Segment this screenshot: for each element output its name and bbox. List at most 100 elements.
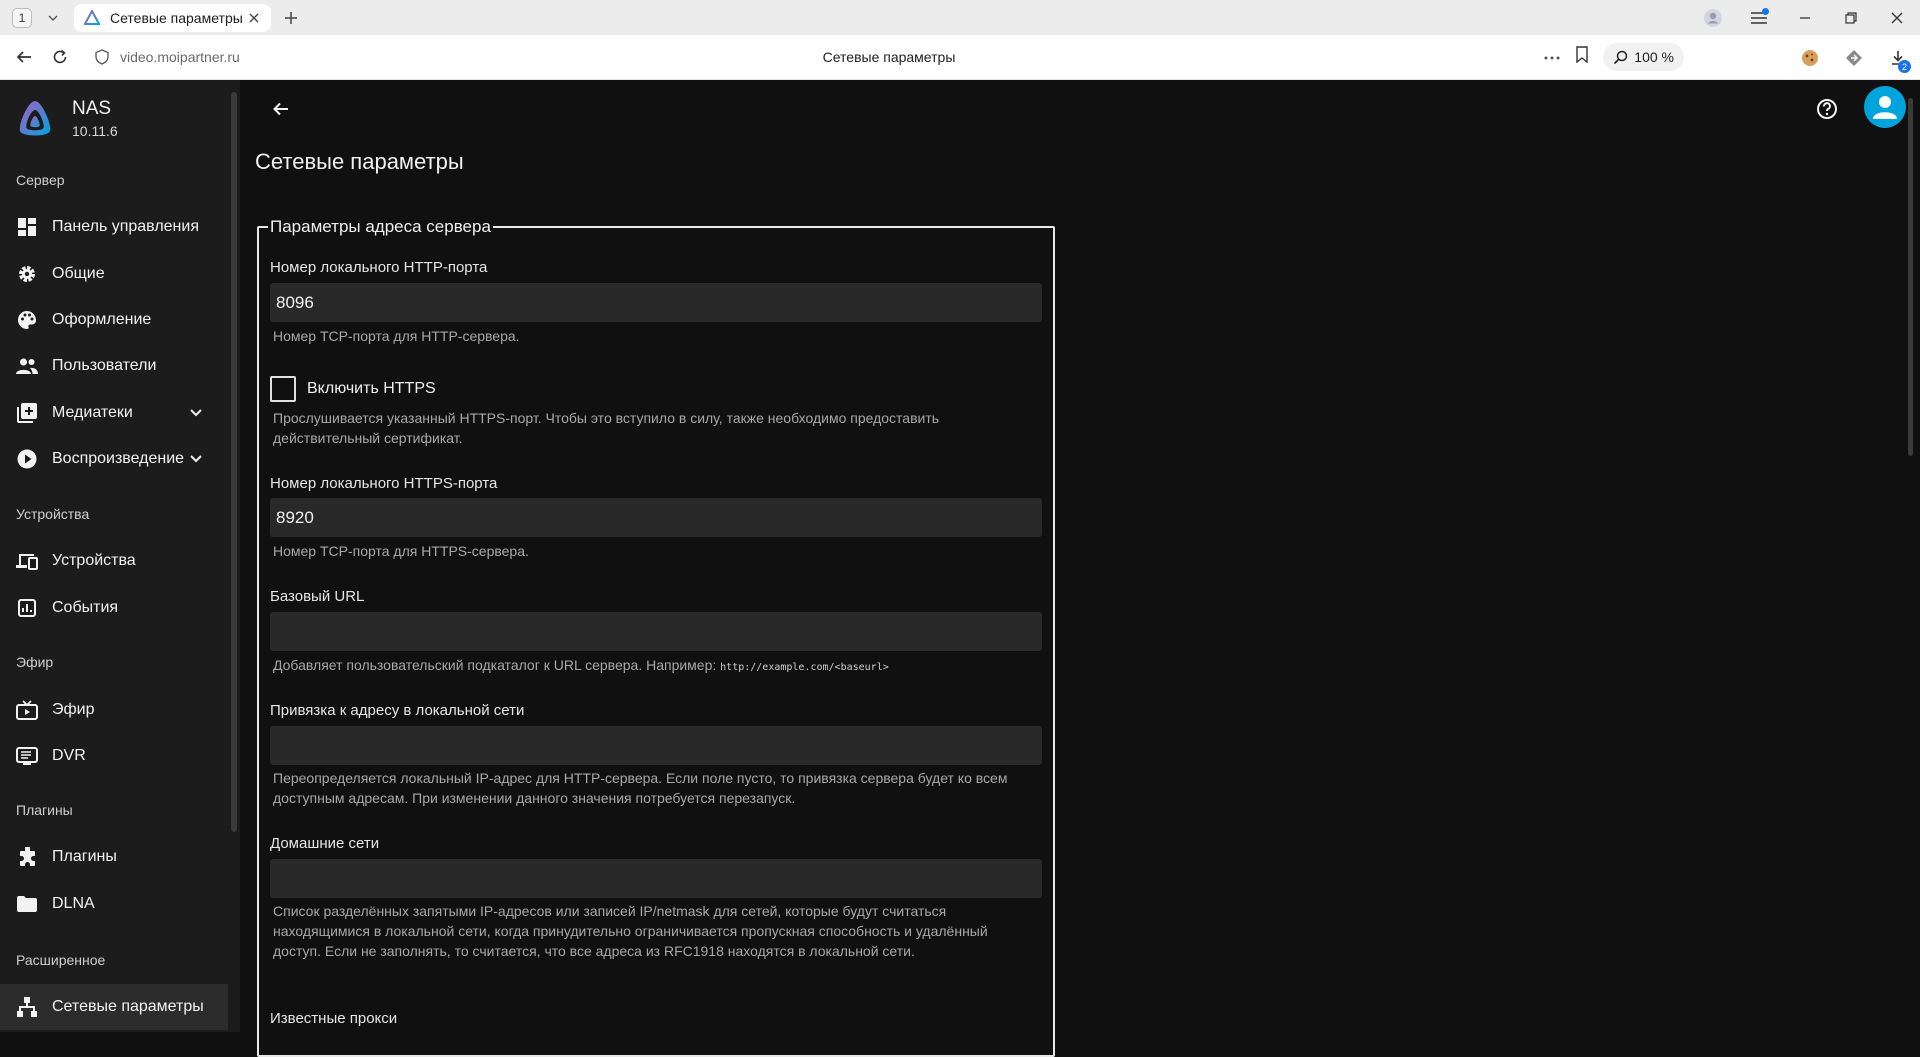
main-content: Сетевые параметры Параметры адреса серве…: [240, 80, 1920, 1057]
home-networks-input[interactable]: [270, 859, 1042, 898]
local-bind-help: Переопределяется локальный IP-адрес для …: [273, 770, 1008, 806]
known-proxies-label: Известные прокси: [270, 1010, 398, 1027]
browser-tab-bar: 1 Сетевые параметры: [0, 0, 1920, 35]
http-port-help: Номер TCP-порта для HTTP-сервера.: [273, 328, 520, 344]
live-tv-icon: [16, 699, 38, 721]
site-info-icon[interactable]: [94, 49, 110, 65]
downloads-badge: 2: [1898, 60, 1911, 73]
play-circle-icon: [16, 448, 38, 470]
zoom-icon: [1614, 50, 1628, 64]
section-server: Сервер: [16, 172, 65, 188]
https-port-label: Номер локального HTTPS-порта: [270, 475, 498, 492]
reload-icon[interactable]: [44, 41, 76, 73]
minimize-icon[interactable]: [1782, 0, 1828, 35]
section-plugins: Плагины: [16, 802, 73, 818]
local-bind-label: Привязка к адресу в локальной сети: [270, 702, 525, 719]
sidebar-item-general[interactable]: Общие: [0, 251, 228, 297]
sidebar-item-dvr[interactable]: DVR: [0, 733, 228, 779]
jellyfin-app: NAS 10.11.6 Сервер Панель управления Общ…: [0, 80, 1920, 1057]
page-title: Сетевые параметры: [255, 149, 464, 174]
downloads-icon[interactable]: 2: [1876, 35, 1920, 80]
more-dots-icon[interactable]: [1543, 48, 1561, 66]
sidebar-item-libraries[interactable]: Медиатеки: [0, 390, 228, 436]
palette-icon: [16, 309, 38, 331]
sidebar-item-branding[interactable]: Оформление: [0, 297, 228, 343]
server-name: NAS: [72, 98, 112, 119]
tab-count-button[interactable]: 1: [12, 7, 32, 28]
sidebar-item-livetv[interactable]: Эфир: [0, 687, 228, 733]
sidebar-item-networking[interactable]: Сетевые параметры: [0, 984, 228, 1030]
zoom-button[interactable]: 100 %: [1603, 43, 1684, 71]
sidebar-item-activity[interactable]: События: [0, 585, 228, 631]
bookmark-icon[interactable]: [1575, 46, 1589, 68]
back-arrow-icon[interactable]: [264, 92, 298, 126]
cookie-icon[interactable]: [1788, 35, 1832, 80]
dashboard-icon: [16, 216, 38, 238]
extension-icon[interactable]: [1832, 35, 1876, 80]
back-arrow-icon[interactable]: [8, 41, 40, 73]
people-icon: [16, 355, 38, 377]
network-icon: [16, 996, 38, 1018]
chevron-down-icon[interactable]: [186, 449, 206, 469]
section-devices: Устройства: [16, 506, 90, 522]
puzzle-icon: [16, 846, 38, 868]
restore-icon[interactable]: [1828, 0, 1874, 35]
sidebar: NAS 10.11.6 Сервер Панель управления Общ…: [0, 80, 240, 1032]
close-icon[interactable]: [247, 11, 261, 25]
section-advanced: Расширенное: [16, 952, 106, 968]
url-text: video.moipartner.ru: [120, 49, 240, 65]
main-scrollbar[interactable]: [1908, 98, 1913, 456]
tab-title: Сетевые параметры: [110, 9, 243, 26]
gear-icon: [16, 263, 38, 285]
help-icon[interactable]: [1810, 92, 1844, 126]
notification-dot: [1762, 8, 1769, 15]
user-avatar[interactable]: [1864, 86, 1906, 128]
enable-https-label: Включить HTTPS: [307, 380, 436, 397]
home-networks-label: Домашние сети: [270, 835, 380, 852]
devices-icon: [16, 550, 38, 572]
jellyfin-logo-icon: [19, 100, 51, 135]
folder-icon: [16, 893, 38, 915]
base-url-help-text: Добавляет пользовательский подкаталог к …: [273, 657, 721, 673]
http-port-input[interactable]: [270, 283, 1042, 322]
zoom-level: 100 %: [1634, 49, 1674, 65]
dvr-icon: [16, 745, 38, 767]
window-close-icon[interactable]: [1874, 0, 1920, 35]
base-url-label: Базовый URL: [270, 588, 365, 605]
sidebar-item-dlna[interactable]: DLNA: [0, 881, 228, 927]
enable-https-help: Прослушивается указанный HTTPS-порт. Что…: [273, 410, 940, 446]
chevron-down-icon[interactable]: [186, 403, 206, 423]
page-title-in-addressbar: Сетевые параметры: [822, 49, 956, 65]
browser-address-bar: video.moipartner.ru Сетевые параметры 10…: [0, 35, 1920, 80]
sidebar-item-plugins[interactable]: Плагины: [0, 834, 228, 880]
fieldset-legend: Параметры адреса сервера: [270, 217, 491, 236]
sidebar-scrollbar[interactable]: [231, 92, 237, 832]
sidebar-item-devices[interactable]: Устройства: [0, 538, 228, 584]
server-version: 10.11.6: [72, 123, 118, 139]
https-port-help: Номер TCP-порта для HTTPS-сервера.: [273, 543, 529, 559]
http-port-label: Номер локального HTTP-порта: [270, 259, 488, 276]
library-add-icon: [16, 402, 38, 424]
base-url-example: http://example.com/<baseurl>: [720, 662, 889, 673]
sidebar-item-playback[interactable]: Воспроизведение: [0, 436, 228, 482]
url-field[interactable]: video.moipartner.ru Сетевые параметры 10…: [94, 41, 1684, 73]
new-tab-plus-icon[interactable]: [281, 8, 301, 28]
chevron-down-icon[interactable]: [44, 9, 62, 27]
enable-https-row[interactable]: Включить HTTPS: [270, 376, 436, 402]
sidebar-item-users[interactable]: Пользователи: [0, 343, 228, 389]
local-bind-input[interactable]: [270, 726, 1042, 765]
base-url-help: Добавляет пользовательский подкаталог к …: [273, 655, 1053, 678]
base-url-input[interactable]: [270, 612, 1042, 651]
https-port-input[interactable]: [270, 498, 1042, 537]
brand[interactable]: NAS 10.11.6: [16, 98, 118, 139]
home-networks-help: Список разделённых запятыми IP-адресов и…: [273, 903, 988, 959]
profile-icon[interactable]: [1690, 0, 1736, 35]
menu-icon[interactable]: [1736, 0, 1782, 35]
enable-https-checkbox[interactable]: [270, 376, 296, 402]
assessment-icon: [16, 597, 38, 619]
browser-tab-active[interactable]: Сетевые параметры: [74, 3, 271, 32]
person-icon: [1873, 96, 1897, 119]
sidebar-item-dashboard[interactable]: Панель управления: [0, 204, 228, 250]
section-livetv: Эфир: [16, 654, 54, 670]
jellyfin-favicon-icon: [84, 9, 100, 25]
